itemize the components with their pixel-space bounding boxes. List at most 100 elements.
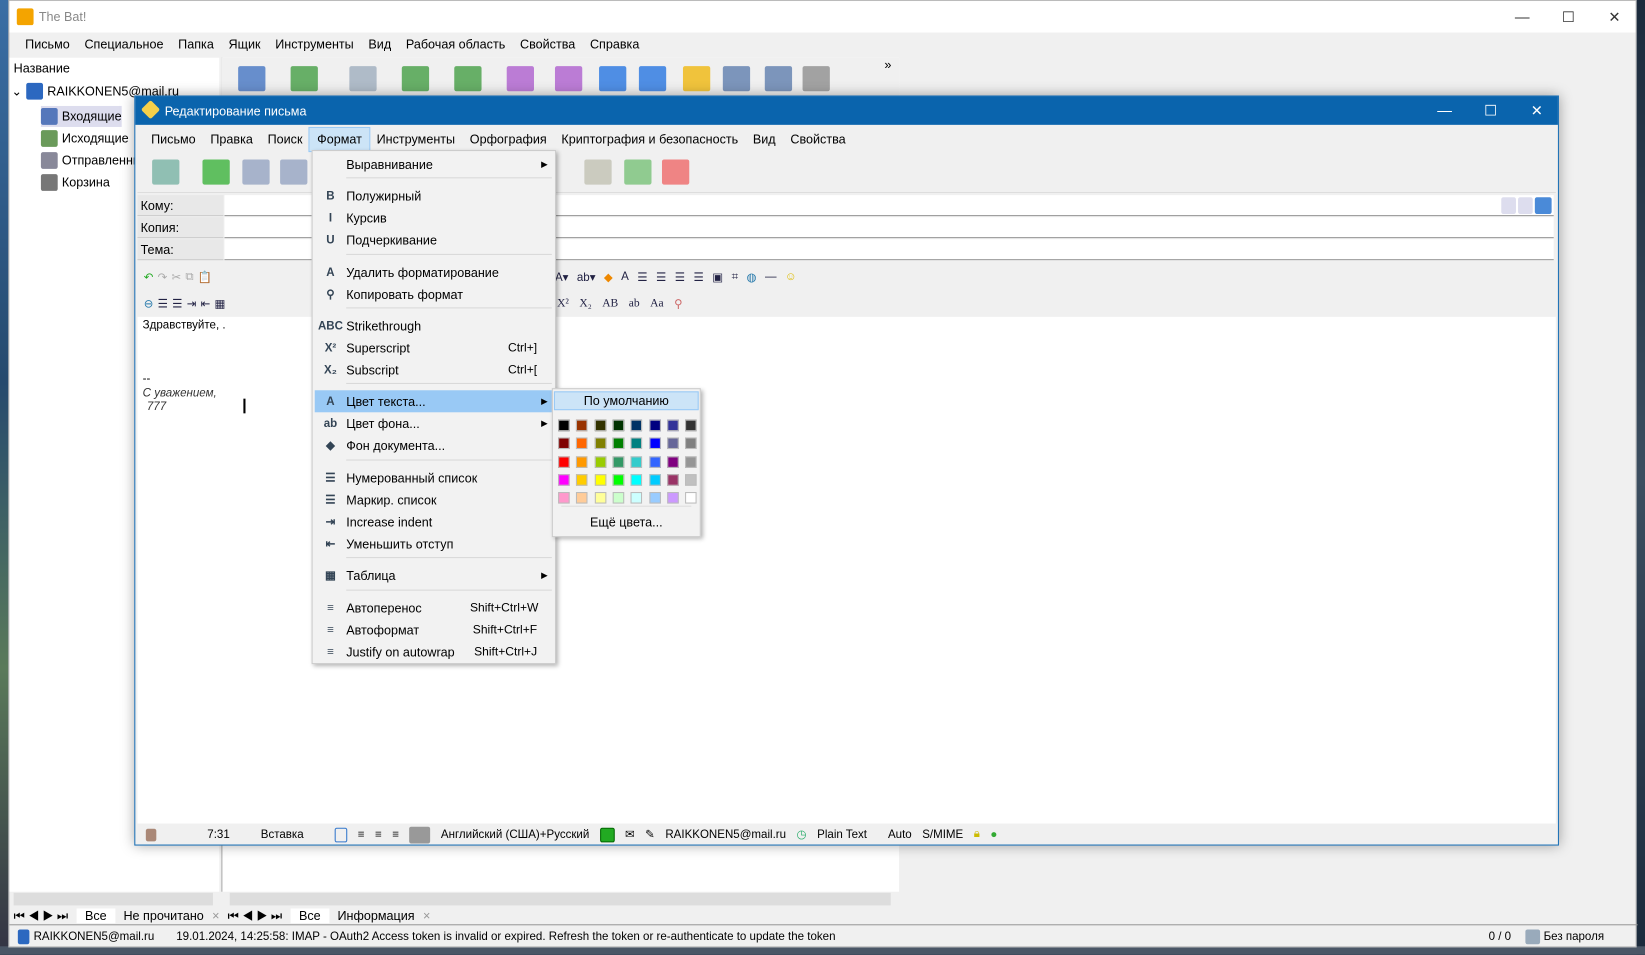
- check-icon[interactable]: ●: [990, 828, 997, 841]
- color-swatch[interactable]: [631, 420, 643, 432]
- color-swatch[interactable]: [613, 492, 625, 504]
- send-icon[interactable]: [152, 159, 179, 184]
- color-swatch[interactable]: [613, 438, 625, 450]
- chevron-down-icon[interactable]: ⌄: [12, 84, 23, 99]
- toolbar-overflow-icon[interactable]: »: [884, 58, 891, 73]
- compose-menu-item[interactable]: Инструменты: [369, 128, 462, 151]
- menu-item[interactable]: Свойства: [513, 33, 583, 56]
- color-swatch[interactable]: [558, 492, 570, 504]
- address-book-icon[interactable]: [1535, 197, 1552, 214]
- align-right-icon[interactable]: ☰: [675, 270, 685, 284]
- color-swatch[interactable]: [594, 492, 606, 504]
- compose-menu-item[interactable]: Орфография: [462, 128, 554, 151]
- tab-unread[interactable]: Не прочитано: [115, 909, 212, 924]
- close-tab-icon[interactable]: ×: [423, 909, 430, 924]
- format-menu-item[interactable]: abЦвет фона...▶: [315, 412, 554, 434]
- page-icon[interactable]: [335, 827, 348, 842]
- left-horizontal-scrollbar[interactable]: [14, 893, 213, 906]
- next-icon[interactable]: [1518, 197, 1533, 214]
- color-swatch[interactable]: [685, 420, 697, 432]
- color-swatch[interactable]: [685, 438, 697, 450]
- forward-icon[interactable]: [507, 66, 534, 91]
- format-menu-item[interactable]: X²SuperscriptCtrl+]: [315, 337, 554, 359]
- get-mail-icon[interactable]: [238, 66, 265, 91]
- receipt-icon[interactable]: ✉: [625, 828, 635, 842]
- save-icon[interactable]: [765, 66, 792, 91]
- wrap-icon[interactable]: ≡: [358, 828, 365, 841]
- format-menu-item[interactable]: ⇥Increase indent: [315, 511, 554, 533]
- compose-menu-item[interactable]: Вид: [746, 128, 783, 151]
- autoformat-icon[interactable]: ≡: [375, 828, 382, 841]
- menu-item[interactable]: Специальное: [77, 33, 171, 56]
- format-menu-item[interactable]: AЦвет текста...▶: [315, 390, 554, 412]
- format-menu-item[interactable]: ≡АвтопереносShift+Ctrl+W: [315, 597, 554, 619]
- folder-inbox[interactable]: Входящие: [41, 106, 122, 127]
- expand-icon[interactable]: [1501, 197, 1516, 214]
- justify-icon[interactable]: ☰: [694, 270, 704, 284]
- color-swatch[interactable]: [558, 420, 570, 432]
- color-swatch[interactable]: [576, 474, 588, 486]
- message-format[interactable]: Plain Text: [817, 828, 867, 841]
- color-swatch[interactable]: [667, 492, 679, 504]
- format-menu-item[interactable]: ☰Маркир. список: [315, 489, 554, 511]
- format-menu-item[interactable]: ABCStrikethrough: [315, 315, 554, 337]
- format-menu-item[interactable]: UПодчеркивание: [315, 229, 554, 251]
- compose-maximize-button[interactable]: ☐: [1470, 99, 1512, 122]
- discard-icon[interactable]: [662, 159, 689, 184]
- nav-arrows[interactable]: ⏮◀▶⏭: [14, 908, 77, 924]
- bullet-list-icon[interactable]: ☰: [158, 296, 168, 310]
- color-swatch[interactable]: [667, 474, 679, 486]
- color-swatch[interactable]: [594, 438, 606, 450]
- folder-trash[interactable]: Корзина: [41, 172, 110, 193]
- color-swatch[interactable]: [667, 420, 679, 432]
- color-swatch[interactable]: [631, 438, 643, 450]
- menu-item[interactable]: Рабочая область: [399, 33, 513, 56]
- print-icon[interactable]: [803, 66, 830, 91]
- color-swatch[interactable]: [631, 456, 643, 468]
- background-color-icon[interactable]: ab▾: [577, 270, 596, 284]
- format-menu-item[interactable]: ▦Таблица▶: [315, 564, 554, 586]
- outdent-icon[interactable]: ⇤: [201, 296, 211, 310]
- format-menu-item[interactable]: X₂SubscriptCtrl+[: [315, 359, 554, 381]
- undo-icon[interactable]: ↶: [144, 270, 154, 284]
- security-mode[interactable]: S/MIME: [922, 828, 963, 841]
- crop-icon[interactable]: ⌗: [732, 270, 739, 284]
- color-swatch[interactable]: [558, 474, 570, 486]
- copy-icon[interactable]: ⧉: [185, 270, 193, 284]
- paste-icon[interactable]: 📋: [198, 270, 212, 284]
- color-swatch[interactable]: [558, 438, 570, 450]
- lowercase-button[interactable]: ab: [629, 297, 640, 310]
- color-swatch[interactable]: [576, 456, 588, 468]
- lock-icon[interactable]: 🔒︎: [974, 828, 980, 842]
- menu-item[interactable]: Письмо: [18, 33, 77, 56]
- color-swatch[interactable]: [685, 456, 697, 468]
- color-swatch[interactable]: [667, 456, 679, 468]
- tab-all[interactable]: Все: [291, 909, 329, 924]
- table-icon[interactable]: ▦: [214, 296, 225, 310]
- save-to-outbox-icon[interactable]: [202, 159, 229, 184]
- color-swatch[interactable]: [576, 438, 588, 450]
- change-case-button[interactable]: Aa: [650, 297, 663, 310]
- color-swatch[interactable]: [558, 456, 570, 468]
- color-swatch[interactable]: [649, 438, 661, 450]
- right-horizontal-scrollbar[interactable]: [230, 893, 891, 906]
- color-swatch[interactable]: [631, 492, 643, 504]
- insert-image-icon[interactable]: ▣: [712, 270, 723, 284]
- format-menu-item[interactable]: ⚲Копировать формат: [315, 283, 554, 305]
- document-background-icon[interactable]: ◆: [604, 270, 613, 284]
- color-swatch[interactable]: [667, 438, 679, 450]
- uppercase-button[interactable]: AB: [602, 297, 618, 310]
- color-swatch[interactable]: [576, 420, 588, 432]
- cut-icon[interactable]: ✂: [171, 270, 181, 284]
- tab-information[interactable]: Информация: [329, 909, 423, 924]
- maximize-button[interactable]: ☐: [1547, 5, 1589, 28]
- color-swatch[interactable]: [613, 474, 625, 486]
- color-swatch[interactable]: [631, 474, 643, 486]
- close-button[interactable]: ✕: [1594, 5, 1636, 28]
- nav-arrows[interactable]: ⏮◀▶⏭: [228, 908, 291, 924]
- align-left-icon[interactable]: ☰: [637, 270, 647, 284]
- superscript-button[interactable]: X²: [557, 297, 569, 310]
- compose-menu-item[interactable]: Письмо: [144, 128, 203, 151]
- compose-menu-item[interactable]: Криптография и безопасность: [554, 128, 745, 151]
- redo-icon[interactable]: ↷: [158, 270, 168, 284]
